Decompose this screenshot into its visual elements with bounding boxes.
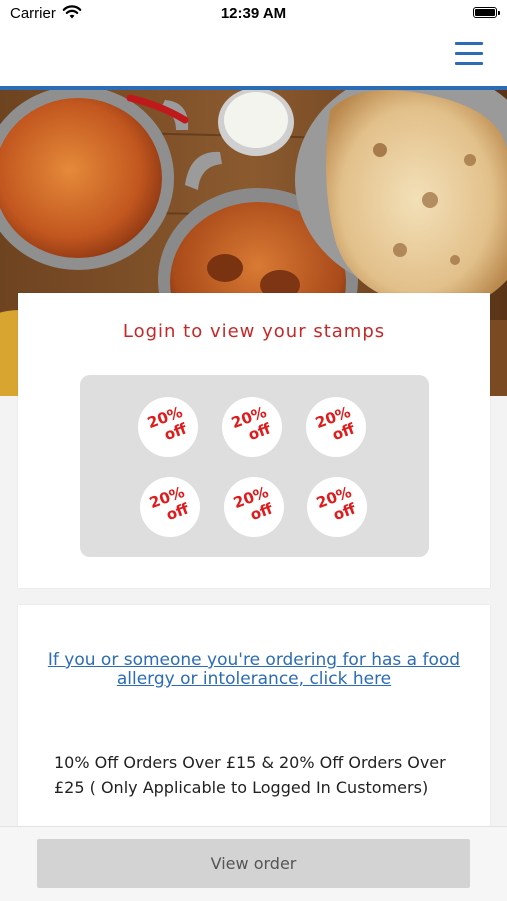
stamp-badge: 20% off [224, 477, 284, 537]
hamburger-menu-icon[interactable] [455, 42, 483, 66]
battery-icon [473, 7, 500, 18]
stamp-badge: 20% off [138, 397, 198, 457]
stamp-badge: 20% off [306, 397, 366, 457]
view-order-button[interactable]: View order [37, 839, 470, 888]
offer-text: 10% Off Orders Over £15 & 20% Off Orders… [54, 753, 446, 797]
status-bar: Carrier 12:39 AM [0, 0, 507, 30]
allergy-info-link[interactable]: If you or someone you're ordering for ha… [38, 651, 470, 689]
clock: 12:39 AM [220, 5, 287, 22]
stamp-badge: 20% off [307, 477, 367, 537]
info-card: If you or someone you're ordering for ha… [18, 605, 490, 845]
stamp-badge: 20% off [222, 397, 282, 457]
stamp-badge: 20% off [140, 477, 200, 537]
stamp-card: Login to view your stamps 20% off 20% off … [18, 293, 490, 588]
app-header [0, 30, 507, 86]
bottom-bar: View order [0, 826, 507, 901]
stamp-grid: 20% off 20% off 20% off 20% off 20% off 20% of… [80, 375, 429, 557]
stamp-card-title: Login to view your stamps [122, 321, 386, 342]
